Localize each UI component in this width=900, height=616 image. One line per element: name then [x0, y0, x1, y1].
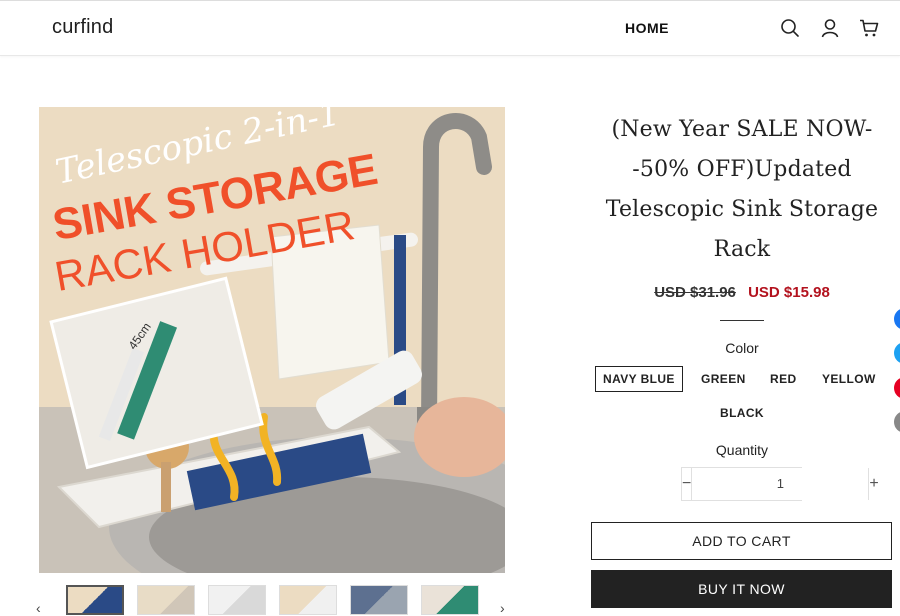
- thumbnail-next-arrow[interactable]: ›: [500, 600, 505, 616]
- thumbnail[interactable]: [208, 585, 266, 615]
- buy-now-button[interactable]: BUY IT NOW: [591, 570, 892, 608]
- site-header: curfind HOME: [0, 0, 900, 56]
- product-title: (New Year SALE NOW--50% OFF)Updated Tele…: [605, 117, 879, 262]
- share-pinterest-icon[interactable]: [894, 377, 900, 399]
- thumbnail[interactable]: [421, 585, 479, 615]
- thumbnail[interactable]: [279, 585, 337, 615]
- price-divider: [720, 320, 764, 321]
- color-option-yellow[interactable]: YELLOW: [814, 366, 884, 392]
- share-facebook-icon[interactable]: [894, 308, 900, 330]
- account-icon[interactable]: [820, 18, 840, 38]
- thumbnail[interactable]: [66, 585, 124, 615]
- nav-home-link[interactable]: HOME: [625, 20, 669, 36]
- color-option-green[interactable]: GREEN: [693, 366, 754, 392]
- color-option-red[interactable]: RED: [762, 366, 805, 392]
- color-option-navy-blue[interactable]: NAVY BLUE: [595, 366, 683, 392]
- price-sale: USD $15.98: [748, 284, 830, 301]
- quantity-decrease-button[interactable]: −: [682, 468, 693, 500]
- share-twitter-icon[interactable]: [894, 342, 900, 364]
- quantity-increase-button[interactable]: +: [868, 468, 879, 500]
- product-main-image[interactable]: Telescopic 2-in-1 SINK STORAGE RACK HOLD…: [39, 107, 505, 573]
- thumbnail[interactable]: [137, 585, 195, 615]
- color-label: Color: [725, 340, 759, 356]
- quantity-stepper: − +: [681, 467, 879, 501]
- thumbnail[interactable]: [350, 585, 408, 615]
- share-more-icon[interactable]: [894, 411, 900, 433]
- product-price: USD $31.96 USD $15.98: [592, 284, 892, 301]
- thumbnail-prev-arrow[interactable]: ‹: [36, 600, 41, 616]
- color-option-black[interactable]: BLACK: [712, 400, 772, 426]
- price-original: USD $31.96: [654, 284, 736, 301]
- add-to-cart-button[interactable]: ADD TO CART: [591, 522, 892, 560]
- cart-icon[interactable]: [859, 18, 879, 38]
- quantity-label: Quantity: [715, 442, 769, 458]
- quantity-input[interactable]: [692, 468, 869, 500]
- search-icon[interactable]: [780, 18, 800, 38]
- site-logo[interactable]: curfind: [52, 16, 113, 39]
